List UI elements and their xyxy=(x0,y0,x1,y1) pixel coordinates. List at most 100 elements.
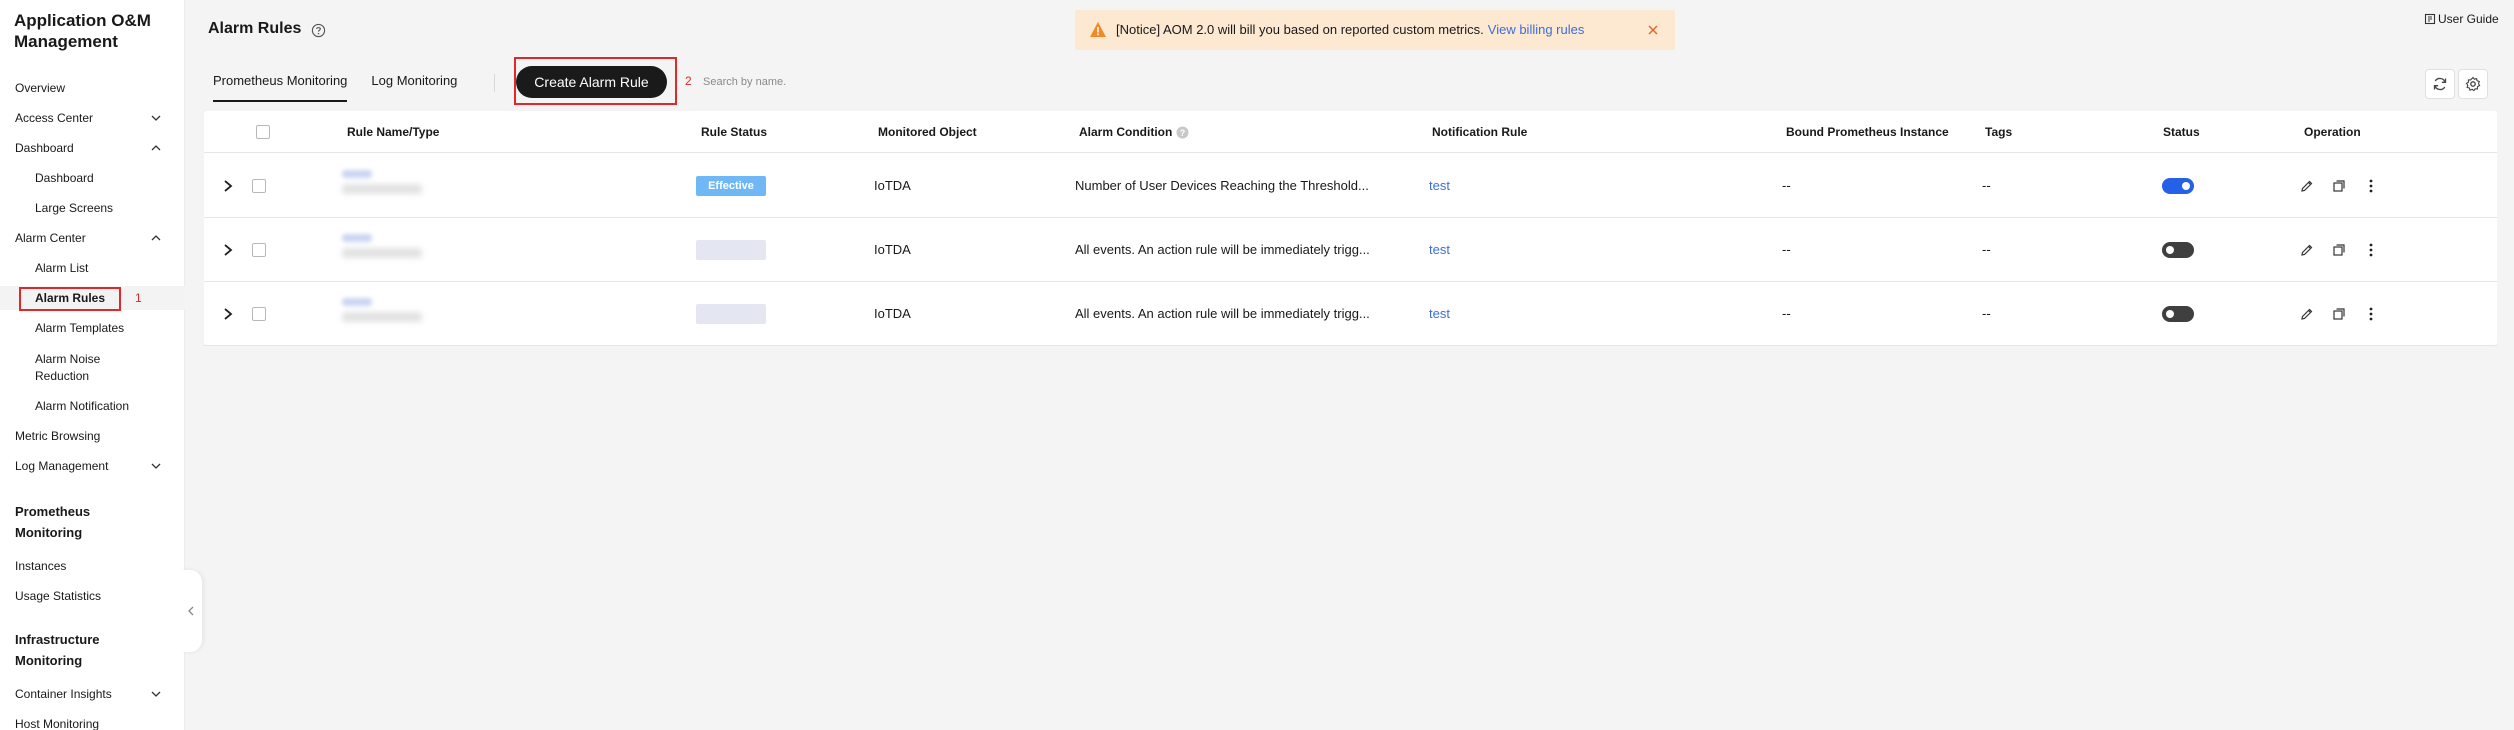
bound-instance: -- xyxy=(1782,242,1791,257)
tab-log-monitoring[interactable]: Log Monitoring xyxy=(371,72,457,102)
notification-rule-link[interactable]: test xyxy=(1429,242,1450,257)
create-alarm-rule-button[interactable]: Create Alarm Rule xyxy=(516,66,667,98)
more-vertical-icon[interactable] xyxy=(2363,178,2379,194)
table-row: Disabled IoTDA All events. An action rul… xyxy=(204,282,2497,346)
notification-rule-link[interactable]: test xyxy=(1429,178,1450,193)
copy-icon[interactable] xyxy=(2331,306,2347,322)
sidebar-item-usage-statistics[interactable]: Usage Statistics xyxy=(0,584,185,608)
chevron-right-icon[interactable] xyxy=(222,243,234,257)
column-header-bound-instance: Bound Prometheus Instance xyxy=(1786,125,1949,139)
more-vertical-icon[interactable] xyxy=(2363,242,2379,258)
chevron-right-icon[interactable] xyxy=(222,179,234,193)
tab-prometheus-monitoring[interactable]: Prometheus Monitoring xyxy=(213,72,348,102)
more-vertical-icon[interactable] xyxy=(2363,306,2379,322)
sidebar: Application O&M Management Overview Acce… xyxy=(0,0,185,730)
status-toggle[interactable] xyxy=(2162,242,2194,258)
sidebar-item-metric-browsing[interactable]: Metric Browsing xyxy=(0,424,185,448)
row-checkbox[interactable] xyxy=(252,179,266,193)
app-title: Application O&M Management xyxy=(14,11,151,51)
sidebar-item-alarm-templates[interactable]: Alarm Templates xyxy=(0,316,185,340)
bound-instance: -- xyxy=(1782,306,1791,321)
notice-text: [Notice] AOM 2.0 will bill you based on … xyxy=(1116,22,1584,37)
rule-name-redacted[interactable] xyxy=(334,168,474,204)
column-header-tags: Tags xyxy=(1985,125,2013,139)
notice-banner: [Notice] AOM 2.0 will bill you based on … xyxy=(1075,10,1675,50)
alarm-rules-table: Rule Name/Type Rule Status Monitored Obj… xyxy=(204,111,2497,346)
pencil-icon[interactable] xyxy=(2299,306,2315,322)
tags: -- xyxy=(1982,242,1991,257)
annotation-number-2: 2 xyxy=(685,74,692,88)
notice-message: [Notice] AOM 2.0 will bill you based on … xyxy=(1116,22,1484,37)
row-checkbox[interactable] xyxy=(252,307,266,321)
chevron-down-icon xyxy=(151,115,161,121)
chevron-up-icon xyxy=(151,235,161,241)
sidebar-item-dashboard[interactable]: Dashboard xyxy=(0,166,185,190)
sidebar-item-alarm-notification[interactable]: Alarm Notification xyxy=(0,394,185,418)
sidebar-item-alarm-list[interactable]: Alarm List xyxy=(0,256,185,280)
column-header-alarm-condition: Alarm Condition ? xyxy=(1079,125,1189,139)
monitored-object: IoTDA xyxy=(874,306,911,321)
sidebar-item-host-monitoring[interactable]: Host Monitoring xyxy=(0,712,185,730)
sidebar-item-access-center[interactable]: Access Center xyxy=(0,106,185,130)
rule-name-redacted[interactable] xyxy=(334,296,474,332)
gear-icon xyxy=(2465,76,2481,92)
sidebar-item-label: Alarm Notification xyxy=(35,399,130,413)
alarm-condition: All events. An action rule will be immed… xyxy=(1075,306,1370,321)
chevron-right-icon[interactable] xyxy=(222,307,234,321)
sidebar-item-label: Alarm Templates xyxy=(35,321,125,335)
sidebar-item-alarm-center[interactable]: Alarm Center xyxy=(0,226,185,250)
annotation-box-1 xyxy=(19,287,121,311)
monitored-object: IoTDA xyxy=(874,178,911,193)
sidebar-item-alarm-noise-reduction[interactable]: Alarm Noise Reduction xyxy=(0,350,185,386)
pencil-icon[interactable] xyxy=(2299,178,2315,194)
row-checkbox[interactable] xyxy=(252,243,266,257)
sidebar-item-large-screens[interactable]: Large Screens xyxy=(0,196,185,220)
sidebar-item-label: Instances xyxy=(15,559,67,573)
copy-icon[interactable] xyxy=(2331,242,2347,258)
column-header-rule-name: Rule Name/Type xyxy=(347,125,440,139)
warning-triangle-icon xyxy=(1090,22,1106,37)
chevron-left-icon xyxy=(188,606,194,616)
group-title-prometheus: Prometheus Monitoring xyxy=(15,504,91,540)
search-input[interactable]: Search by name. xyxy=(703,70,1103,94)
close-icon[interactable] xyxy=(1647,24,1659,36)
refresh-button[interactable] xyxy=(2425,69,2455,99)
alarm-condition: All events. An action rule will be immed… xyxy=(1075,242,1370,257)
sidebar-item-dashboard-group[interactable]: Dashboard xyxy=(0,136,185,160)
sidebar-item-label: Alarm List xyxy=(35,261,89,275)
user-guide-label: User Guide xyxy=(2438,12,2499,26)
view-billing-rules-link[interactable]: View billing rules xyxy=(1488,22,1585,37)
status-toggle[interactable] xyxy=(2162,306,2194,322)
status-badge: Disabled xyxy=(696,240,766,260)
bound-instance: -- xyxy=(1782,178,1791,193)
settings-button[interactable] xyxy=(2458,69,2488,99)
copy-icon[interactable] xyxy=(2331,178,2347,194)
monitored-object: IoTDA xyxy=(874,242,911,257)
question-circle-icon[interactable] xyxy=(311,23,326,38)
rule-name-redacted[interactable] xyxy=(334,232,474,268)
question-circle-icon[interactable]: ? xyxy=(1176,126,1189,139)
annotation-number-1: 1 xyxy=(135,291,142,305)
sidebar-item-overview[interactable]: Overview xyxy=(0,76,185,100)
sidebar-item-container-insights[interactable]: Container Insights xyxy=(0,682,185,706)
status-badge: Disabled xyxy=(696,304,766,324)
sidebar-item-label: Container Insights xyxy=(15,687,112,701)
sidebar-collapse-button[interactable] xyxy=(180,570,202,652)
sidebar-item-log-management[interactable]: Log Management xyxy=(0,454,185,478)
column-header-operation: Operation xyxy=(2304,125,2361,139)
sidebar-item-label: Large Screens xyxy=(35,201,114,215)
sidebar-item-label: Overview xyxy=(15,81,66,95)
status-toggle[interactable] xyxy=(2162,178,2194,194)
table-row: Disabled IoTDA All events. An action rul… xyxy=(204,218,2497,282)
tags: -- xyxy=(1982,178,1991,193)
user-guide-link[interactable]: User Guide xyxy=(2424,12,2499,26)
notification-rule-link[interactable]: test xyxy=(1429,306,1450,321)
tags: -- xyxy=(1982,306,1991,321)
sidebar-item-label: Access Center xyxy=(15,111,94,125)
sidebar-item-instances[interactable]: Instances xyxy=(0,554,185,578)
page-title: Alarm Rules xyxy=(208,20,302,37)
pencil-icon[interactable] xyxy=(2299,242,2315,258)
select-all-checkbox[interactable] xyxy=(256,125,270,139)
divider xyxy=(494,74,495,92)
status-badge: Effective xyxy=(696,176,766,196)
